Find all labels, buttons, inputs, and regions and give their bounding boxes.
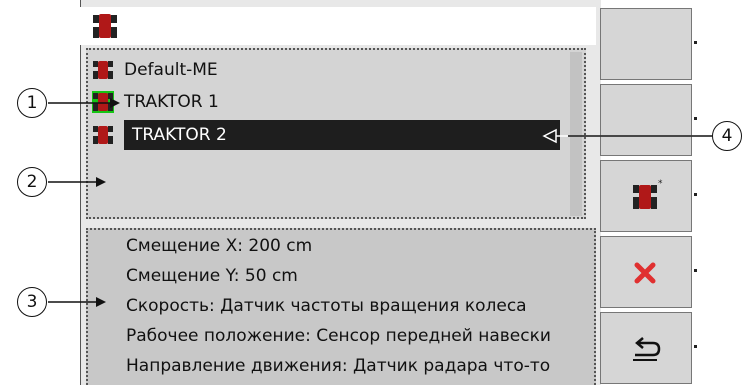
callout-4: 4 <box>712 121 742 151</box>
callout-3: 3 <box>17 287 47 317</box>
callout-1: 1 <box>17 88 47 118</box>
callout-2: 2 <box>17 167 47 197</box>
callout-arrows <box>48 98 712 307</box>
